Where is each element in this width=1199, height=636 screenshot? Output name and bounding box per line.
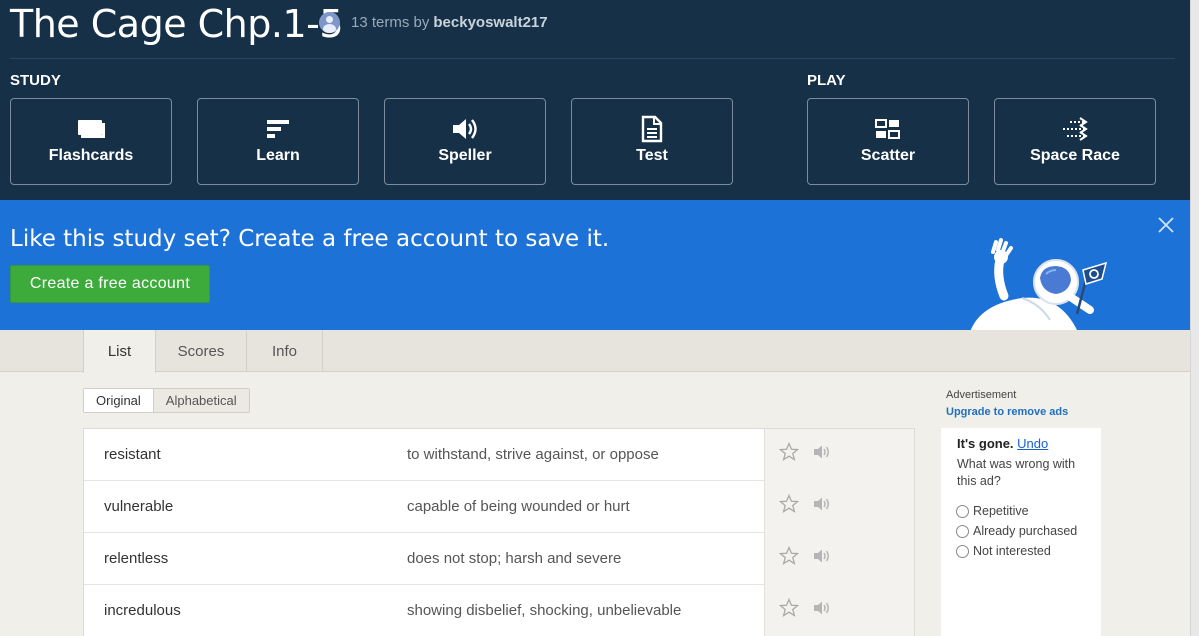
- term-actions: [764, 585, 914, 636]
- ad-gone-label: It's gone.: [957, 436, 1014, 451]
- ad-option-label: Already purchased: [973, 524, 1078, 538]
- term-row: relentless does not stop; harsh and seve…: [84, 533, 914, 585]
- term-actions: [764, 429, 914, 481]
- ad-gone-text: It's gone. Undo: [957, 436, 1048, 451]
- term-actions: [764, 481, 914, 533]
- sort-toggle: Original Alphabetical: [83, 388, 250, 413]
- term-word: relentless: [104, 550, 169, 567]
- author-link[interactable]: beckyoswalt217: [433, 14, 547, 31]
- create-account-button[interactable]: Create a free account: [10, 265, 210, 303]
- terms-count: 13 terms by: [351, 14, 430, 31]
- ad-option-label: Not interested: [973, 544, 1051, 558]
- term-word: incredulous: [104, 602, 181, 619]
- space-race-icon: [1060, 115, 1090, 143]
- learn-icon: [265, 115, 291, 143]
- audio-icon[interactable]: [813, 548, 831, 564]
- close-icon[interactable]: [1157, 216, 1175, 234]
- term-row: vulnerable capable of being wounded or h…: [84, 481, 914, 533]
- term-word: resistant: [104, 446, 161, 463]
- scatter-button[interactable]: Scatter: [807, 98, 969, 185]
- flashcards-icon: [76, 115, 106, 143]
- astronaut-illustration-icon: [970, 238, 1108, 330]
- radio-icon[interactable]: [956, 544, 969, 558]
- speaker-icon: [450, 115, 480, 143]
- term-definition: to withstand, strive against, or oppose: [407, 446, 659, 463]
- space-race-button[interactable]: Space Race: [994, 98, 1156, 185]
- radio-icon[interactable]: [956, 524, 969, 538]
- test-button[interactable]: Test: [571, 98, 733, 185]
- term-word: vulnerable: [104, 498, 174, 515]
- play-label: PLAY: [807, 72, 846, 89]
- star-icon[interactable]: [779, 442, 799, 462]
- speller-label: Speller: [438, 147, 492, 164]
- signup-banner: Like this study set? Create a free accou…: [0, 200, 1190, 330]
- star-icon[interactable]: [779, 546, 799, 566]
- ad-feedback-box: It's gone. Undo What was wrong with this…: [941, 428, 1101, 636]
- tab-info[interactable]: Info: [247, 330, 323, 372]
- sort-original-button[interactable]: Original: [84, 389, 154, 412]
- learn-button[interactable]: Learn: [197, 98, 359, 185]
- set-meta: 13 terms by beckyoswalt217: [319, 12, 548, 33]
- flashcards-label: Flashcards: [48, 147, 134, 164]
- term-row: incredulous showing disbelief, shocking,…: [84, 585, 914, 636]
- undo-link[interactable]: Undo: [1017, 436, 1048, 451]
- audio-icon[interactable]: [813, 496, 831, 512]
- learn-label: Learn: [256, 147, 300, 164]
- tab-list[interactable]: List: [83, 330, 156, 373]
- document-icon: [640, 115, 664, 143]
- header-divider: [10, 58, 1175, 59]
- ad-option-already-purchased[interactable]: Already purchased: [956, 524, 1077, 538]
- scatter-icon: [874, 115, 902, 143]
- ad-option-not-interested[interactable]: Not interested: [956, 544, 1051, 558]
- test-label: Test: [636, 147, 668, 164]
- sort-alphabetical-button[interactable]: Alphabetical: [153, 389, 249, 412]
- ad-label: Advertisement: [946, 389, 1017, 401]
- space-race-label: Space Race: [1030, 147, 1120, 164]
- tab-bar: List Scores Info: [0, 330, 1190, 373]
- star-icon[interactable]: [779, 494, 799, 514]
- star-icon[interactable]: [779, 598, 799, 618]
- set-title: The Cage Chp.1-5: [10, 2, 344, 46]
- term-definition: showing disbelief, shocking, unbelievabl…: [407, 602, 682, 619]
- ad-option-label: Repetitive: [973, 504, 1029, 518]
- upgrade-link[interactable]: Upgrade to remove ads: [946, 406, 1068, 418]
- audio-icon[interactable]: [813, 600, 831, 616]
- flashcards-button[interactable]: Flashcards: [10, 98, 172, 185]
- term-row: resistant to withstand, strive against, …: [84, 429, 914, 481]
- audio-icon[interactable]: [813, 444, 831, 460]
- ad-question: What was wrong with this ad?: [957, 457, 1076, 488]
- term-definition: capable of being wounded or hurt: [407, 498, 630, 515]
- user-avatar-icon[interactable]: [319, 12, 340, 33]
- term-actions: [764, 533, 914, 585]
- radio-icon[interactable]: [956, 504, 969, 518]
- study-label: STUDY: [10, 72, 61, 89]
- term-definition: does not stop; harsh and severe: [407, 550, 622, 567]
- speller-button[interactable]: Speller: [384, 98, 546, 185]
- set-header: The Cage Chp.1-5 13 terms by beckyoswalt…: [0, 0, 1190, 200]
- window-scrollbar[interactable]: [1190, 0, 1199, 636]
- ad-option-repetitive[interactable]: Repetitive: [956, 504, 1029, 518]
- banner-text: Like this study set? Create a free accou…: [10, 226, 610, 252]
- tab-scores[interactable]: Scores: [156, 330, 247, 372]
- scatter-label: Scatter: [860, 147, 916, 164]
- term-list: resistant to withstand, strive against, …: [83, 428, 915, 636]
